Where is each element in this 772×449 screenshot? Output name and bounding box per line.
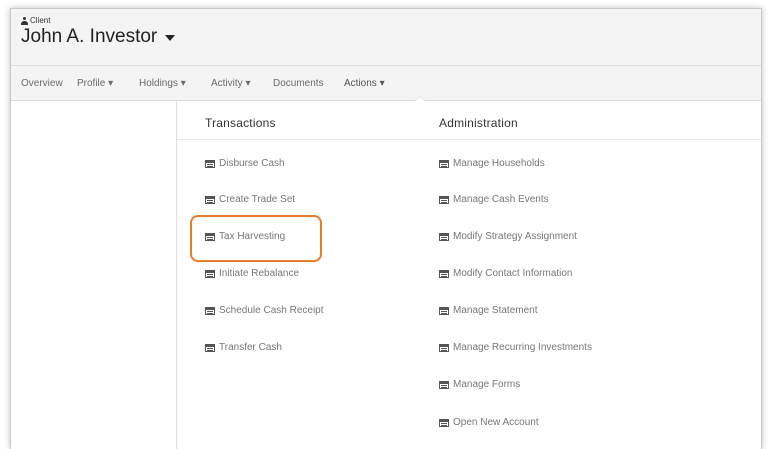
menu-item-schedule-cash-receipt[interactable]: Schedule Cash Receipt xyxy=(205,305,324,316)
calendar-icon xyxy=(439,232,449,241)
calendar-icon xyxy=(439,159,449,168)
client-tag: Client xyxy=(21,16,50,25)
nav-overview[interactable]: Overview xyxy=(21,78,63,89)
transactions-heading: Transactions xyxy=(205,116,276,130)
menu-item-modify-contact-information[interactable]: Modify Contact Information xyxy=(439,268,573,279)
calendar-icon xyxy=(439,418,449,427)
menu-item-manage-households[interactable]: Manage Households xyxy=(439,158,545,169)
calendar-icon xyxy=(439,343,449,352)
menu-item-transfer-cash[interactable]: Transfer Cash xyxy=(205,342,282,353)
administration-heading: Administration xyxy=(439,116,518,130)
menu-item-manage-forms[interactable]: Manage Forms xyxy=(439,379,520,390)
nav-profile[interactable]: Profile ▾ xyxy=(77,78,113,89)
menu-item-manage-statement[interactable]: Manage Statement xyxy=(439,305,538,316)
menu-item-label: Create Trade Set xyxy=(219,194,296,205)
nav-documents[interactable]: Documents xyxy=(273,78,324,89)
nav-holdings[interactable]: Holdings ▾ xyxy=(139,78,186,89)
tax-harvesting-highlight xyxy=(190,215,322,262)
actions-dropdown-menu: Transactions Administration Disburse Cas… xyxy=(176,101,761,449)
menu-item-manage-cash-events[interactable]: Manage Cash Events xyxy=(439,194,549,205)
menu-item-label: Schedule Cash Receipt xyxy=(219,305,324,316)
calendar-icon xyxy=(205,159,215,168)
menu-item-label: Manage Cash Events xyxy=(453,194,549,205)
client-label: Client xyxy=(30,16,51,25)
caret-down-icon[interactable] xyxy=(165,35,176,41)
calendar-icon xyxy=(439,306,449,315)
menu-header-divider xyxy=(177,139,761,140)
menu-item-disburse-cash[interactable]: Disburse Cash xyxy=(205,158,285,169)
calendar-icon xyxy=(439,380,449,389)
menu-item-initiate-rebalance[interactable]: Initiate Rebalance xyxy=(205,268,299,279)
menu-item-label: Initiate Rebalance xyxy=(219,268,300,279)
menu-item-label: Manage Statement xyxy=(453,305,538,316)
menu-item-modify-strategy-assignment[interactable]: Modify Strategy Assignment xyxy=(439,231,577,242)
client-name-selector[interactable]: John A. Investor xyxy=(21,26,176,48)
calendar-icon xyxy=(439,269,449,278)
client-nav-bar: Overview Profile ▾ Holdings ▾ Activity ▾… xyxy=(11,65,761,101)
menu-item-label: Manage Forms xyxy=(453,379,521,390)
menu-item-label: Open New Account xyxy=(453,417,539,428)
menu-item-label: Modify Strategy Assignment xyxy=(453,231,577,242)
menu-item-create-trade-set[interactable]: Create Trade Set xyxy=(205,194,295,205)
nav-activity[interactable]: Activity ▾ xyxy=(211,78,250,89)
calendar-icon xyxy=(205,306,215,315)
app-frame: Client John A. Investor Overview Profile… xyxy=(10,8,762,449)
menu-item-label: Disburse Cash xyxy=(219,158,285,169)
menu-item-manage-recurring-investments[interactable]: Manage Recurring Investments xyxy=(439,342,592,353)
menu-item-label: Modify Contact Information xyxy=(453,268,573,279)
calendar-icon xyxy=(439,195,449,204)
client-header: Client John A. Investor xyxy=(11,9,761,65)
menu-item-label: Manage Recurring Investments xyxy=(453,342,592,353)
menu-item-open-new-account[interactable]: Open New Account xyxy=(439,417,539,428)
menu-item-label: Transfer Cash xyxy=(219,342,282,353)
calendar-icon xyxy=(205,343,215,352)
client-name: John A. Investor xyxy=(21,26,158,47)
calendar-icon xyxy=(205,269,215,278)
nav-actions[interactable]: Actions ▾ xyxy=(344,78,385,89)
calendar-icon xyxy=(205,195,215,204)
menu-item-label: Manage Households xyxy=(453,158,545,169)
person-icon xyxy=(21,16,28,25)
